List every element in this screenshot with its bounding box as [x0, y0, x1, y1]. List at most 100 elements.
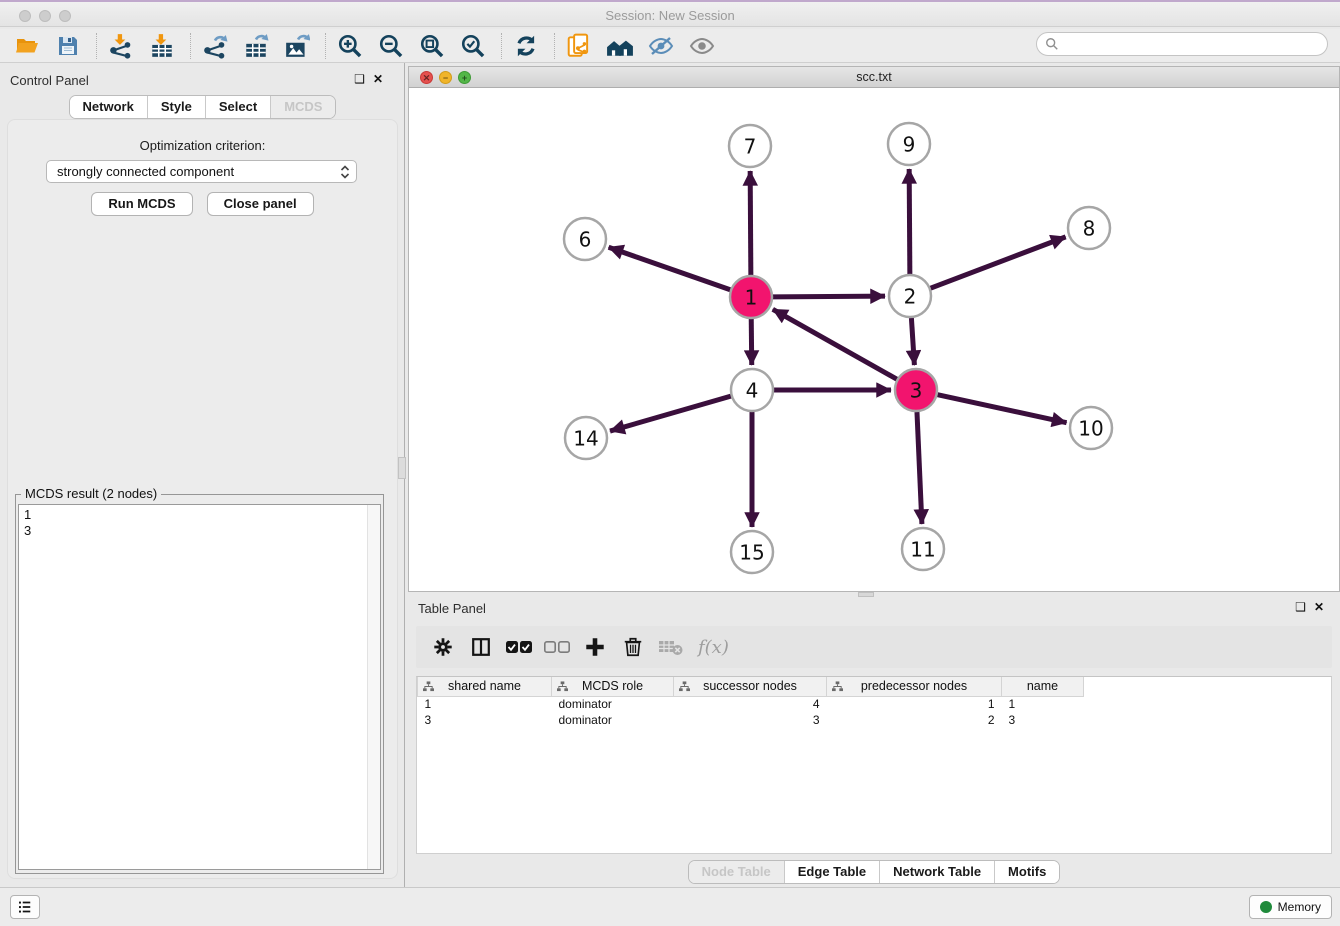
tab-network-table[interactable]: Network Table	[879, 861, 994, 883]
import-table-icon[interactable]	[147, 32, 177, 60]
zoom-out-icon[interactable]	[376, 32, 406, 60]
status-bar: Memory	[0, 888, 1340, 926]
edge-1-2[interactable]	[773, 296, 885, 297]
select-all-checkboxes-icon[interactable]	[502, 632, 536, 662]
edge-3-1[interactable]	[773, 309, 897, 379]
node-label-4: 4	[746, 379, 759, 403]
network-window-title: scc.txt	[409, 70, 1339, 84]
tab-node-table[interactable]: Node Table	[689, 861, 784, 883]
export-network-icon[interactable]	[200, 32, 230, 60]
toolbar-separator	[554, 33, 555, 59]
table-cell[interactable]: 3	[674, 712, 827, 728]
column-header-predecessor-nodes[interactable]: predecessor nodes	[827, 677, 1002, 696]
toolbar-separator	[325, 33, 326, 59]
new-network-file-icon[interactable]	[564, 32, 594, 60]
control-panel-body: Optimization criterion: strongly connect…	[7, 119, 398, 879]
table-cell[interactable]: dominator	[552, 712, 674, 728]
run-mcds-button[interactable]: Run MCDS	[91, 192, 192, 216]
show-panels-list-button[interactable]	[10, 895, 40, 919]
edge-3-10[interactable]	[937, 395, 1066, 423]
add-column-icon[interactable]	[578, 632, 612, 662]
panel-divider-handle[interactable]	[398, 457, 406, 479]
edge-1-7[interactable]	[750, 171, 751, 275]
delete-table-icon[interactable]	[654, 632, 688, 662]
memory-button[interactable]: Memory	[1249, 895, 1332, 919]
eye-icon[interactable]	[687, 32, 717, 60]
tab-network[interactable]: Network	[70, 96, 147, 118]
list-icon	[16, 898, 34, 916]
save-session-icon[interactable]	[53, 32, 83, 60]
tab-motifs[interactable]: Motifs	[994, 861, 1059, 883]
node-label-10: 10	[1078, 417, 1103, 441]
table-cell[interactable]: 2	[827, 712, 1002, 728]
memory-status-icon	[1260, 901, 1272, 913]
criterion-select[interactable]: strongly connected component	[46, 160, 357, 183]
table-panel-title: Table Panel	[418, 601, 486, 616]
result-scrollbar[interactable]	[367, 505, 380, 869]
delete-column-icon[interactable]	[616, 632, 650, 662]
table-cell[interactable]: 3	[1002, 712, 1084, 728]
table-row[interactable]: 3dominator323	[418, 712, 1084, 728]
search-input[interactable]	[1059, 37, 1327, 51]
network-window-titlebar[interactable]: ✕ − + scc.txt	[409, 67, 1339, 88]
edge-4-14[interactable]	[610, 396, 731, 431]
node-label-11: 11	[910, 538, 935, 562]
column-header-successor-nodes[interactable]: successor nodes	[674, 677, 827, 696]
float-table-panel-icon[interactable]: ❑	[1295, 600, 1314, 614]
edge-3-11[interactable]	[917, 412, 922, 524]
column-header-MCDS-role[interactable]: MCDS role	[552, 677, 674, 696]
export-table-icon[interactable]	[241, 32, 271, 60]
node-table[interactable]: shared nameMCDS rolesuccessor nodesprede…	[416, 676, 1332, 854]
close-panel-icon[interactable]: ✕	[373, 72, 391, 86]
table-cell[interactable]: dominator	[552, 696, 674, 712]
toolbar-separator	[190, 33, 191, 59]
mcds-result-textarea[interactable]: 1 3	[18, 504, 381, 870]
column-selector-icon[interactable]	[464, 632, 498, 662]
table-cell[interactable]: 1	[418, 696, 552, 712]
column-type-icon	[557, 681, 568, 692]
table-cell[interactable]: 1	[827, 696, 1002, 712]
search-box[interactable]	[1036, 32, 1328, 56]
tab-edge-table[interactable]: Edge Table	[784, 861, 879, 883]
table-cell[interactable]: 3	[418, 712, 552, 728]
edge-2-8[interactable]	[931, 237, 1066, 288]
edge-2-3[interactable]	[911, 318, 914, 365]
float-panel-icon[interactable]: ❑	[354, 72, 373, 86]
control-panel-header: Control Panel ❑✕	[0, 66, 405, 94]
column-type-icon	[423, 681, 434, 692]
select-stepper-icon	[340, 165, 350, 179]
table-cell[interactable]: 4	[674, 696, 827, 712]
import-network-icon[interactable]	[106, 32, 136, 60]
toolbar-separator	[96, 33, 97, 59]
open-session-icon[interactable]	[12, 32, 42, 60]
edge-1-6[interactable]	[609, 247, 731, 289]
mcds-result-text: 1 3	[19, 505, 380, 539]
tab-select[interactable]: Select	[205, 96, 270, 118]
function-builder-icon[interactable]: f(x)	[698, 637, 729, 658]
close-panel-button[interactable]: Close panel	[207, 192, 314, 216]
table-options-gear-icon[interactable]	[426, 632, 460, 662]
table-row[interactable]: 1dominator411	[418, 696, 1084, 712]
deselect-all-checkboxes-icon[interactable]	[540, 632, 574, 662]
table-cell[interactable]: 1	[1002, 696, 1084, 712]
criterion-value: strongly connected component	[57, 164, 234, 179]
export-image-icon[interactable]	[282, 32, 312, 60]
zoom-in-icon[interactable]	[335, 32, 365, 60]
zoom-fit-icon[interactable]	[417, 32, 447, 60]
zoom-selected-icon[interactable]	[458, 32, 488, 60]
column-header-name[interactable]: name	[1002, 677, 1084, 696]
close-table-panel-icon[interactable]: ✕	[1314, 600, 1332, 614]
search-icon	[1045, 37, 1059, 51]
edge-2-9[interactable]	[909, 169, 910, 274]
column-header-shared-name[interactable]: shared name	[418, 677, 552, 696]
hide-selected-icon[interactable]	[646, 32, 676, 60]
tab-mcds[interactable]: MCDS	[270, 96, 335, 118]
memory-label: Memory	[1278, 900, 1321, 914]
tab-style[interactable]: Style	[147, 96, 205, 118]
apply-layout-icon[interactable]	[511, 32, 541, 60]
node-label-7: 7	[744, 135, 757, 159]
app-titlebar: Session: New Session	[0, 0, 1340, 27]
show-all-networks-icon[interactable]	[605, 32, 635, 60]
network-graph[interactable]: 7968124314101511	[409, 88, 1339, 591]
node-label-6: 6	[579, 228, 592, 252]
